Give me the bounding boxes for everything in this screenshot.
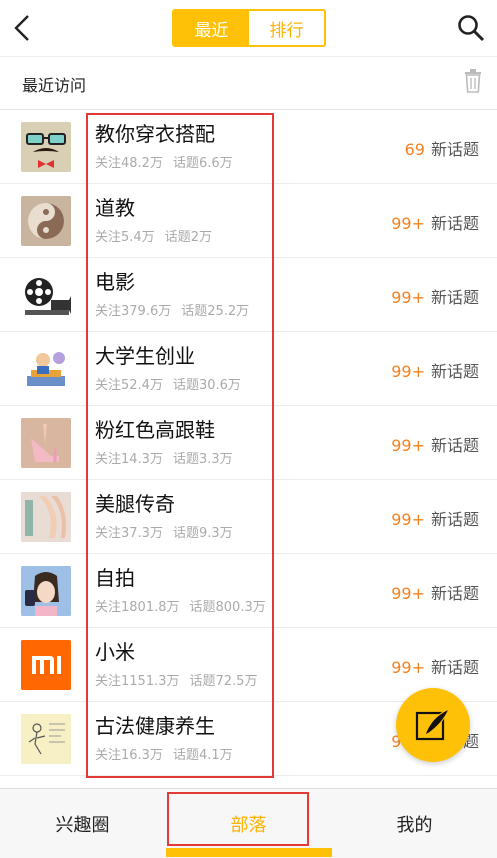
- tribe-stats: 关注37.3万 话题9.3万: [95, 522, 243, 541]
- topics-count: 话题72.5万: [189, 674, 258, 689]
- tribe-stats: 关注14.3万 话题3.3万: [95, 448, 243, 467]
- followers-count: 关注1801.8万: [95, 600, 180, 615]
- tribe-stats: 关注16.3万 话题4.1万: [95, 744, 243, 763]
- search-icon[interactable]: [457, 14, 485, 42]
- topics-count: 话题800.3万: [189, 600, 266, 615]
- new-topic-label: 新话题: [430, 140, 479, 159]
- list-item[interactable]: 道教 关注5.4万 话题2万 99+ 新话题: [0, 184, 497, 258]
- list-item[interactable]: 美腿传奇 关注37.3万 话题9.3万 99+ 新话题: [0, 480, 497, 554]
- new-topics: 99+ 新话题: [391, 432, 479, 456]
- tribe-name: 美腿传奇: [95, 492, 175, 516]
- new-topic-count: 99+: [391, 658, 425, 677]
- tab-recent[interactable]: 最近: [174, 11, 249, 45]
- new-topics: 69 新话题: [405, 136, 479, 160]
- new-topics: 99+ 新话题: [391, 358, 479, 382]
- new-topic-label: 新话题: [430, 436, 479, 455]
- list-item[interactable]: 电影 关注379.6万 话题25.2万 99+ 新话题: [0, 258, 497, 332]
- new-topic-count: 99+: [391, 584, 425, 603]
- topics-count: 话题30.6万: [172, 378, 241, 393]
- tribe-name: 粉红色高跟鞋: [95, 418, 215, 442]
- list-item[interactable]: 自拍 关注1801.8万 话题800.3万 99+ 新话题: [0, 554, 497, 628]
- topics-count: 话题2万: [164, 230, 212, 245]
- list-item[interactable]: 粉红色高跟鞋 关注14.3万 话题3.3万 99+ 新话题: [0, 406, 497, 480]
- tribe-avatar: [21, 566, 71, 616]
- new-topic-label: 新话题: [430, 362, 479, 381]
- recent-visits-header: 最近访问: [0, 57, 497, 110]
- followers-count: 关注14.3万: [95, 452, 163, 467]
- topics-count: 话题25.2万: [181, 304, 250, 319]
- tribe-avatar: [21, 270, 71, 320]
- new-topics: 99+ 新话题: [391, 654, 479, 678]
- followers-count: 关注16.3万: [95, 748, 163, 763]
- tribe-avatar: [21, 344, 71, 394]
- tribe-avatar: [21, 418, 71, 468]
- followers-count: 关注1151.3万: [95, 674, 180, 689]
- new-topic-label: 新话题: [430, 214, 479, 233]
- tribe-stats: 关注1801.8万 话题800.3万: [95, 596, 276, 615]
- tribe-avatar: [21, 714, 71, 764]
- nav-mine[interactable]: 我的: [332, 789, 497, 858]
- tribe-name: 道教: [95, 196, 135, 220]
- recent-visits-title: 最近访问: [22, 76, 87, 95]
- new-topic-count: 69: [404, 140, 425, 159]
- tribe-name: 电影: [95, 270, 135, 294]
- tab-ranking[interactable]: 排行: [249, 11, 324, 45]
- chevron-left-icon[interactable]: [8, 12, 36, 44]
- new-topic-label: 新话题: [430, 510, 479, 529]
- segment-control: 最近 排行: [172, 9, 326, 47]
- list-item[interactable]: 教你穿衣搭配 关注48.2万 话题6.6万 69 新话题: [0, 110, 497, 184]
- tribe-avatar: [21, 196, 71, 246]
- new-topics: 99+ 新话题: [391, 210, 479, 234]
- new-topic-label: 新话题: [430, 584, 479, 603]
- topics-count: 话题3.3万: [172, 452, 233, 467]
- tribe-avatar: [21, 492, 71, 542]
- new-topics: 99+ 新话题: [391, 580, 479, 604]
- tribe-name: 古法健康养生: [95, 714, 215, 738]
- tribe-stats: 关注379.6万 话题25.2万: [95, 300, 259, 319]
- topics-count: 话题4.1万: [172, 748, 233, 763]
- tribe-avatar: [21, 640, 71, 690]
- new-topic-count: 99+: [391, 436, 425, 455]
- followers-count: 关注48.2万: [95, 156, 163, 171]
- compose-button[interactable]: [396, 688, 470, 762]
- nav-interest-circle[interactable]: 兴趣圈: [0, 789, 165, 858]
- followers-count: 关注52.4万: [95, 378, 163, 393]
- trash-icon[interactable]: [463, 69, 483, 93]
- topics-count: 话题6.6万: [172, 156, 233, 171]
- followers-count: 关注37.3万: [95, 526, 163, 541]
- new-topic-label: 新话题: [430, 288, 479, 307]
- new-topics: 99+ 新话题: [391, 284, 479, 308]
- new-topic-label: 新话题: [430, 658, 479, 677]
- new-topic-count: 99+: [391, 288, 425, 307]
- tribe-avatar: [21, 122, 71, 172]
- tribe-stats: 关注48.2万 话题6.6万: [95, 152, 243, 171]
- tribe-stats: 关注52.4万 话题30.6万: [95, 374, 251, 393]
- new-topic-count: 99+: [391, 214, 425, 233]
- tribe-name: 小米: [95, 640, 135, 664]
- top-bar: 最近 排行: [0, 0, 497, 57]
- tribe-stats: 关注1151.3万 话题72.5万: [95, 670, 267, 689]
- list-item[interactable]: 大学生创业 关注52.4万 话题30.6万 99+ 新话题: [0, 332, 497, 406]
- new-topic-count: 99+: [391, 362, 425, 381]
- followers-count: 关注5.4万: [95, 230, 155, 245]
- followers-count: 关注379.6万: [95, 304, 172, 319]
- tribe-name: 大学生创业: [95, 344, 195, 368]
- active-tab-indicator: [166, 848, 332, 857]
- new-topics: 99+ 新话题: [391, 506, 479, 530]
- compose-feather-icon: [415, 708, 450, 741]
- tribe-stats: 关注5.4万 话题2万: [95, 226, 222, 245]
- tribe-name: 教你穿衣搭配: [95, 122, 215, 146]
- tribe-name: 自拍: [95, 566, 135, 590]
- new-topic-count: 99+: [391, 510, 425, 529]
- topics-count: 话题9.3万: [172, 526, 233, 541]
